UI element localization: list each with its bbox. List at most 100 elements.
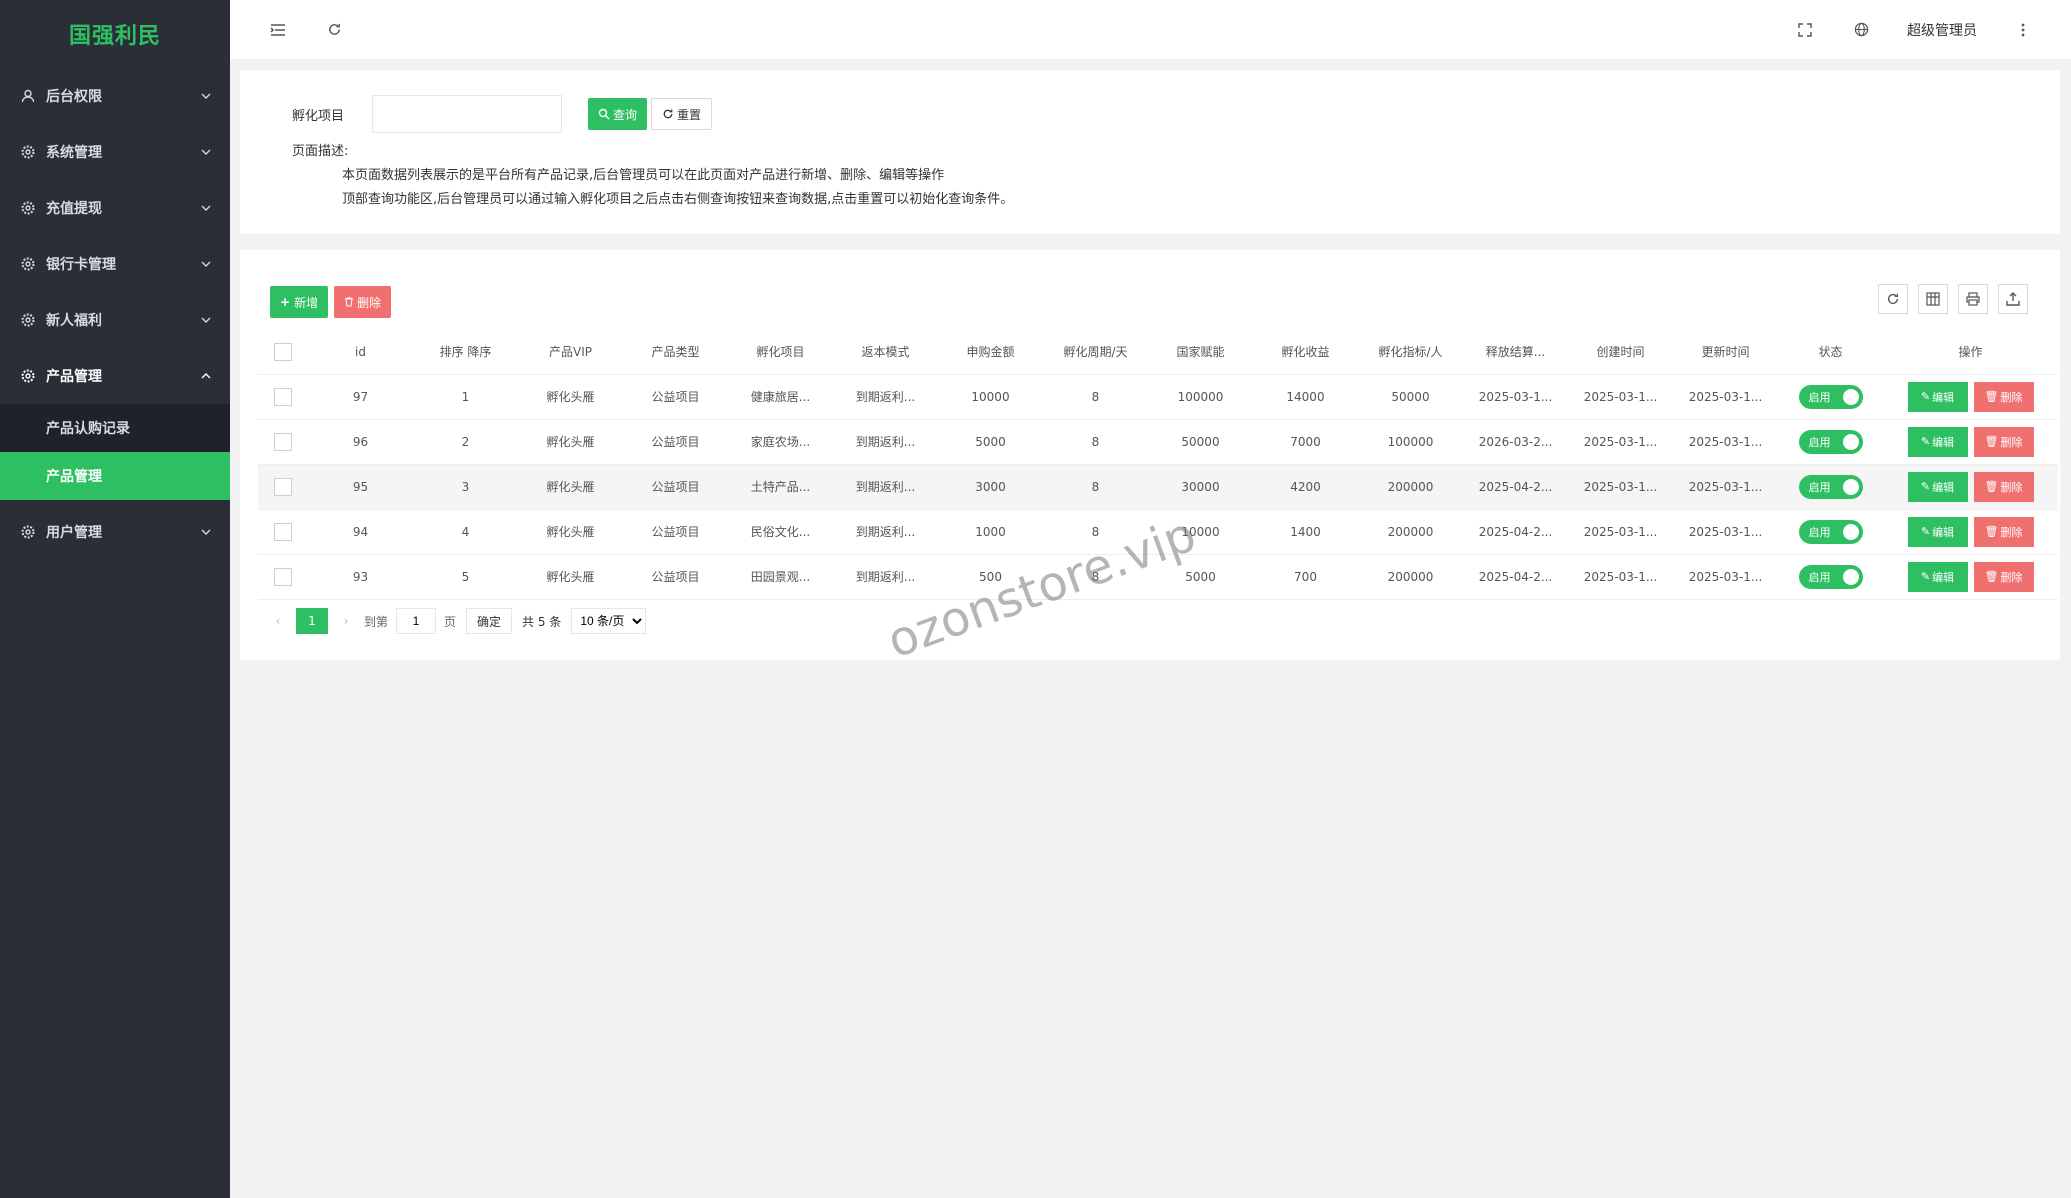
column-header: 孵化项目 [728,330,833,375]
cell-quota: 50000 [1358,374,1463,420]
cell-id: 93 [308,554,413,600]
delete-button[interactable]: 🗑 删除 [1973,561,2034,592]
column-header: 操作 [1883,330,2058,375]
row-checkbox[interactable] [258,374,308,420]
delete-label: 删除 [2000,435,2023,449]
cell-vip: 孵化头雁 [518,464,623,510]
page-size-select[interactable]: 10 条/页 [571,608,647,634]
user-menu[interactable]: 超级管理员 [1889,20,1995,40]
row-checkbox[interactable] [258,554,308,600]
select-all-checkbox[interactable] [258,330,308,375]
row-checkbox[interactable] [258,419,308,465]
delete-button[interactable]: 🗑 删除 [1973,426,2034,457]
description-line: 顶部查询功能区,后台管理员可以通过输入孵化项目之后点击右侧查询按钮来查询数据,点… [342,192,1014,207]
refresh-icon[interactable] [306,0,362,60]
gear-icon [20,200,36,216]
status-toggle[interactable]: 启用 [1778,374,1883,420]
columns-filter-button[interactable] [1918,284,1948,314]
sidebar-item-newcomer-benefits[interactable]: 新人福利 [0,292,230,348]
edit-button[interactable]: ✎ 编辑 [1907,561,1968,592]
column-header: 孵化收益 [1253,330,1358,375]
cell-updated: 2025-03-1... [1673,464,1778,510]
edit-button[interactable]: ✎ 编辑 [1907,471,1968,502]
row-checkbox[interactable] [258,464,308,510]
cell-cycle: 8 [1043,554,1148,600]
column-header: 返本模式 [833,330,938,375]
print-icon [1966,292,1980,306]
next-page-icon[interactable]: › [336,614,356,628]
cell-updated: 2025-03-1... [1673,374,1778,420]
goto-confirm-button[interactable]: 确定 [466,608,513,634]
delete-button[interactable]: 🗑 删除 [1973,471,2034,502]
cell-mode: 到期返利... [833,509,938,555]
top-header: 超级管理员 [230,0,2071,60]
sidebar-item-admin-permissions[interactable]: 后台权限 [0,68,230,124]
sidebar-item-bank-card[interactable]: 银行卡管理 [0,236,230,292]
delete-button[interactable]: 🗑 删除 [1973,516,2034,547]
prev-page-icon[interactable]: ‹ [268,614,288,628]
table-refresh-button[interactable] [1878,284,1908,314]
reset-button[interactable]: 重置 [651,98,713,130]
cell-updated: 2025-03-1... [1673,509,1778,555]
trash-icon: 🗑 [1984,570,1999,583]
sidebar-item-label: 新人福利 [46,313,102,329]
cell-empower: 50000 [1148,419,1253,465]
status-toggle[interactable]: 启用 [1778,554,1883,600]
chevron-down-icon [201,317,211,323]
refresh-icon [1887,293,1899,304]
goto-label: 到第 [364,614,389,629]
sidebar-item-label: 产品管理 [46,369,102,385]
print-button[interactable] [1958,284,1988,314]
status-toggle[interactable]: 启用 [1778,509,1883,555]
page-current[interactable]: 1 [296,608,328,634]
goto-page-input[interactable] [396,608,437,634]
batch-delete-button[interactable]: 删除 [334,286,392,318]
status-toggle[interactable]: 启用 [1778,419,1883,465]
column-header: 释放结算... [1463,330,1568,375]
row-checkbox[interactable] [258,509,308,555]
fullscreen-icon[interactable] [1777,0,1833,60]
delete-button[interactable]: 🗑 删除 [1973,381,2034,412]
row-actions: ✎ 编辑 🗑 删除 [1883,554,2058,600]
project-search-input[interactable] [372,95,562,133]
globe-icon[interactable] [1833,0,1889,60]
sidebar-subitem-product-management[interactable]: 产品管理 [0,452,230,500]
sidebar: 国强利民 后台权限 系统管理 充值提现 银行卡管理 新人福利 产品管理 产品认购… [0,0,230,1198]
column-header: 产品VIP [518,330,623,375]
status-label: 启用 [1808,570,1831,584]
edit-button[interactable]: ✎ 编辑 [1907,381,1968,412]
cell-project: 民俗文化... [728,509,833,555]
sidebar-item-recharge[interactable]: 充值提现 [0,180,230,236]
query-button[interactable]: 查询 [588,98,648,130]
more-vertical-icon[interactable] [1995,0,2051,60]
export-button[interactable] [1998,284,2028,314]
export-icon [2006,292,2020,306]
sidebar-item-system[interactable]: 系统管理 [0,124,230,180]
column-header: id [308,330,413,375]
search-panel: 孵化项目 查询 重置 页面描述: 本页面数据列表展示的是平台所有产品记录,后台管… [240,70,2060,234]
column-header-sortable[interactable]: 排序 降序 [413,330,518,375]
sidebar-subitem-subscription-records[interactable]: 产品认购记录 [0,404,230,452]
edit-label: 编辑 [1932,525,1955,539]
sidebar-item-products[interactable]: 产品管理 [0,348,230,404]
add-button[interactable]: + 新增 [270,286,329,318]
cell-id: 94 [308,509,413,555]
menu-toggle-icon[interactable] [250,0,306,60]
trash-icon: 🗑 [1984,435,1999,448]
edit-icon: ✎ [1920,525,1931,538]
cell-amount: 10000 [938,374,1043,420]
reset-button-label: 重置 [677,107,702,122]
sidebar-item-users[interactable]: 用户管理 [0,504,230,560]
refresh-icon [663,109,673,119]
cell-release: 2026-03-2... [1463,419,1568,465]
search-icon [598,108,610,120]
cell-income: 1400 [1253,509,1358,555]
column-header: 申购金额 [938,330,1043,375]
cell-updated: 2025-03-1... [1673,554,1778,600]
cell-quota: 200000 [1358,464,1463,510]
status-toggle[interactable]: 启用 [1778,464,1883,510]
page-description: 页面描述: 本页面数据列表展示的是平台所有产品记录,后台管理员可以在此页面对产品… [292,140,1013,212]
edit-button[interactable]: ✎ 编辑 [1907,516,1968,547]
edit-button[interactable]: ✎ 编辑 [1907,426,1968,457]
cell-sort: 2 [413,419,518,465]
